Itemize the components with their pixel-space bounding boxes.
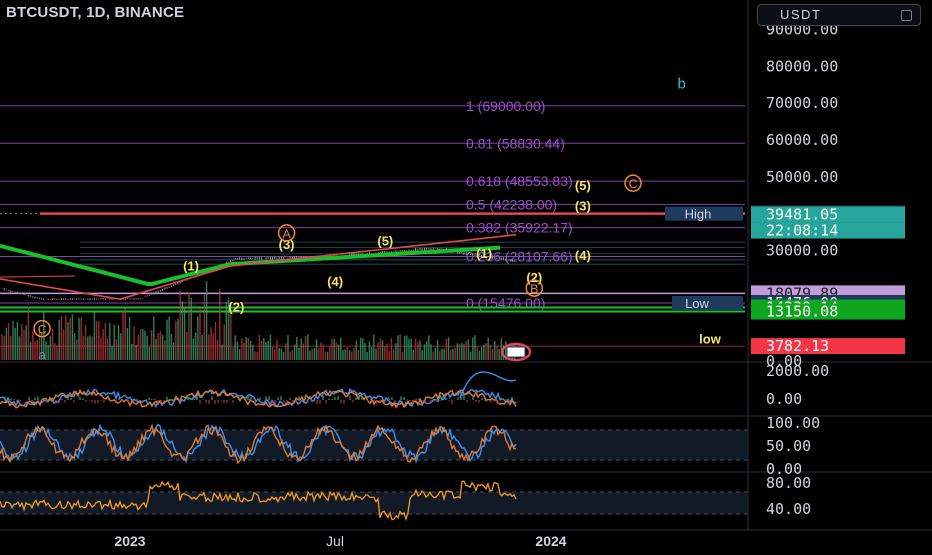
price-label: 3782.13 (766, 337, 829, 355)
stochastic-axis-tick: 50.00 (766, 437, 811, 455)
elliott-wave-label: (1) (183, 259, 199, 274)
red-trend-line (0, 275, 76, 278)
elliott-wave-label: (1) (476, 246, 492, 261)
fib-label: 0.81 (58830.44) (466, 135, 565, 151)
fib-label: 0.5 (42238.00) (466, 196, 557, 212)
square-menu-icon (901, 10, 912, 21)
time-axis-tick: 2023 (114, 533, 145, 549)
elliott-wave-label: (5) (377, 233, 393, 248)
stochastic-axis-tick: 100.00 (766, 414, 820, 432)
currency-selector-button[interactable]: USDT (757, 4, 921, 26)
time-axis-tick: 2024 (535, 533, 566, 549)
countdown-label: 22:08:14 (766, 222, 838, 240)
elliott-wave-label: (4) (575, 248, 591, 263)
chart-root: 1 (69000.00) 0.81 (58830.44) 0.618 (48553.… (0, 0, 932, 550)
abc-wave-label: C (38, 323, 47, 337)
chart-svg[interactable]: 1 (69000.00) 0.81 (58830.44) 0.618 (48553.… (0, 0, 932, 550)
symbol-title: BTCUSDT, 1D, BINANCE (6, 4, 185, 21)
fib-label: 0.382 (35922.17) (466, 220, 573, 236)
price-label: 13150.08 (766, 303, 838, 321)
elliott-wave-label: (4) (327, 274, 343, 289)
low-lower-tag: low (699, 332, 722, 347)
elliott-wave-label: (5) (575, 178, 591, 193)
us-flag-body (506, 346, 526, 358)
fib-label: 0.618 (48553.83) (466, 173, 573, 189)
elliott-wave-label: (3) (575, 198, 591, 213)
time-axis-tick: Jul (326, 533, 344, 549)
price-axis-tick: 80000.00 (766, 57, 838, 75)
oscillator-axis-tick: 2000.00 (766, 362, 829, 380)
low-tag-label: Low (685, 296, 709, 311)
abc-wave-label: B (530, 282, 538, 296)
fib-label: 0 (15476.00) (466, 295, 545, 311)
price-axis-tick: 60000.00 (766, 131, 838, 149)
abc-wave-label: C (629, 177, 638, 191)
wave-a-label: a (38, 346, 46, 362)
elliott-wave-label: (2) (228, 300, 244, 315)
price-axis-tick: 50000.00 (766, 168, 838, 186)
price-axis-tick: 30000.00 (766, 241, 838, 259)
rsi-band (0, 492, 748, 514)
rsi-axis-tick: 40.00 (766, 500, 811, 518)
green-moving-average (0, 243, 501, 286)
abc-wave-label: A (283, 227, 291, 241)
rsi-axis-tick: 80.00 (766, 474, 811, 492)
price-axis-tick: 70000.00 (766, 94, 838, 112)
wave-b-label: b (677, 76, 685, 93)
currency-label: USDT (780, 7, 822, 22)
high-tag-label: High (685, 207, 712, 222)
fib-label: 1 (69000.00) (466, 98, 545, 114)
oscillator-axis-tick: 0.00 (766, 390, 802, 408)
